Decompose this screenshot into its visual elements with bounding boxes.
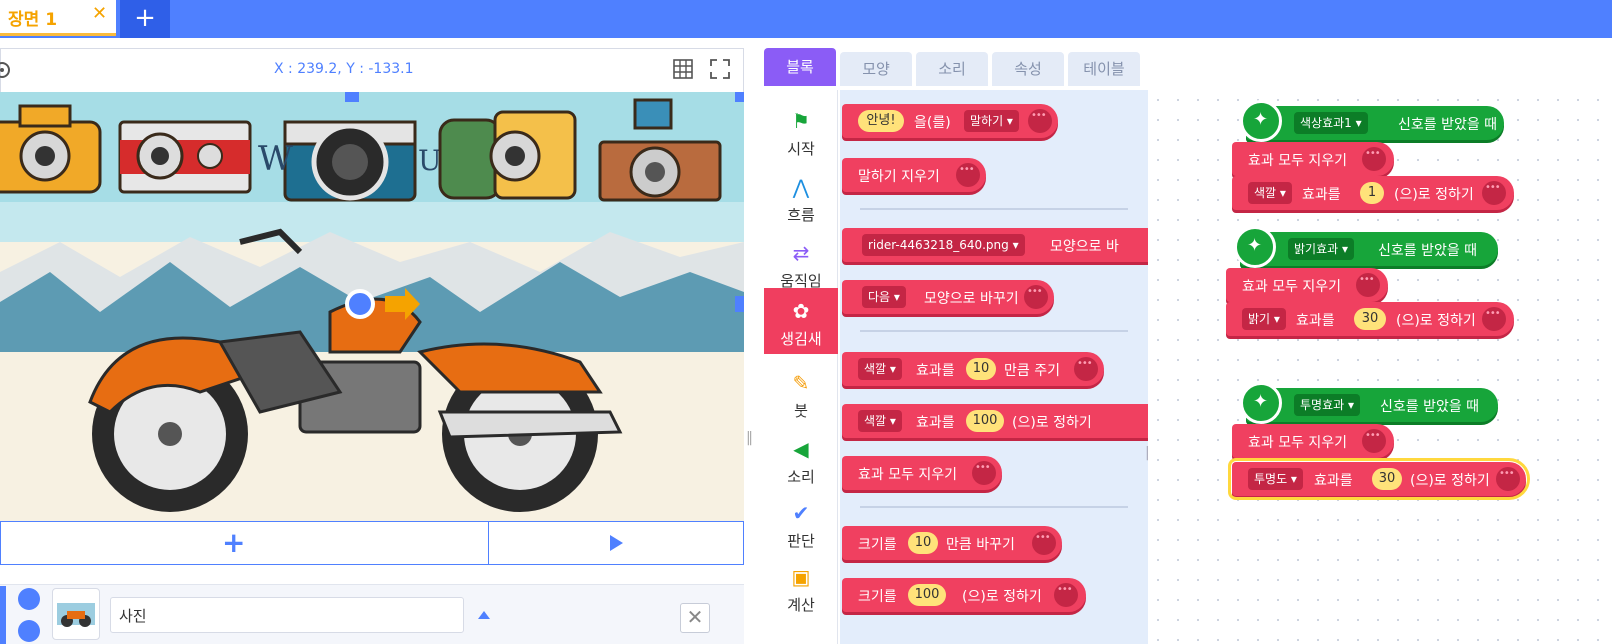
object-selected-marker bbox=[0, 586, 6, 644]
add-object-button[interactable]: + bbox=[222, 526, 245, 559]
speed-dial-icon[interactable] bbox=[0, 60, 12, 80]
brush-icon: ✎ bbox=[792, 371, 810, 395]
block-say[interactable]: 안녕! 을(를) 말하기 ▾ bbox=[842, 104, 1058, 138]
palette-divider bbox=[860, 330, 1128, 332]
block-set-color-effect[interactable]: 색깔 ▾ 효과를 1 (으)로 정하기 bbox=[1232, 176, 1514, 210]
category-move[interactable]: ⇄ 움직임 bbox=[764, 230, 838, 296]
block-menu-icon bbox=[1482, 181, 1506, 205]
signal-hat-block-color[interactable]: 색상효과1 ▾ 신호를 받았을 때 bbox=[1240, 100, 1504, 142]
grid-icon[interactable] bbox=[672, 58, 694, 80]
block-menu-icon bbox=[1024, 285, 1048, 309]
tab-sounds[interactable]: 소리 bbox=[916, 52, 988, 86]
signal-icon bbox=[1240, 382, 1282, 424]
object-thumbnail[interactable] bbox=[52, 588, 100, 640]
play-button[interactable] bbox=[610, 535, 623, 551]
svg-text:U: U bbox=[418, 144, 442, 177]
category-calc[interactable]: ▣ 계산 bbox=[764, 554, 838, 620]
mouse-coordinates: X : 239.2, Y : -133.1 bbox=[274, 61, 414, 77]
block-tabs: 블록 모양 소리 속성 테이블 bbox=[764, 48, 1144, 88]
object-name-field[interactable]: 사진 bbox=[110, 597, 464, 633]
hand-cursor-icon: ☚ bbox=[1531, 494, 1546, 513]
camera-teal: W U bbox=[258, 120, 442, 202]
palette-divider bbox=[860, 506, 1128, 508]
block-palette: 안녕! 을(를) 말하기 ▾ 말하기 지우기 rider-4463218_640… bbox=[840, 90, 1148, 644]
block-set-effect[interactable]: 색깔 ▾ 효과를 100 (으)로 정하기 bbox=[842, 404, 1148, 438]
category-bar: ⚑ 시작 ⋀ 흐름 ⇄ 움직임 ✿ 생김새 ✎ 붓 ◀ 소리 ✔ 판단 ▣ 계산 bbox=[764, 90, 838, 644]
category-judge[interactable]: ✔ 판단 bbox=[764, 490, 838, 556]
block-change-shape[interactable]: rider-4463218_640.png ▾ 모양으로 바 bbox=[842, 228, 1148, 262]
block-clear-effects[interactable]: 효과 모두 지우기 bbox=[1232, 424, 1394, 458]
scene-bar bbox=[0, 0, 1612, 38]
resize-handle-right bbox=[735, 296, 744, 312]
delete-object-button[interactable]: ✕ bbox=[680, 603, 710, 633]
fullscreen-icon[interactable] bbox=[709, 58, 731, 80]
camera-green-yellow bbox=[438, 110, 577, 200]
stage-controls bbox=[0, 521, 744, 565]
calc-icon: ▣ bbox=[791, 565, 811, 589]
move-icon: ⇄ bbox=[792, 241, 810, 265]
tab-blocks[interactable]: 블록 bbox=[764, 48, 836, 86]
collapse-up-icon[interactable] bbox=[478, 611, 490, 619]
block-clear-effects[interactable]: 효과 모두 지우기 bbox=[842, 456, 1002, 490]
block-set-size[interactable]: 크기를 100 (으)로 정하기 bbox=[842, 578, 1086, 612]
code-workspace[interactable]: 색상효과1 ▾ 신호를 받았을 때 효과 모두 지우기 색깔 ▾ 효과를 1 (… bbox=[1148, 90, 1612, 644]
tab-shapes[interactable]: 모양 bbox=[840, 52, 912, 86]
scene-tab[interactable]: 장면 1 ✕ bbox=[0, 0, 116, 36]
category-looks[interactable]: ✿ 생김새 bbox=[764, 288, 838, 354]
block-clear-say[interactable]: 말하기 지우기 bbox=[842, 158, 986, 192]
stage-scene: W U bbox=[0, 92, 744, 521]
add-scene-button[interactable]: + bbox=[120, 0, 170, 38]
block-change-size[interactable]: 크기를 10 만큼 바꾸기 bbox=[842, 526, 1062, 560]
check-icon: ✔ bbox=[792, 501, 810, 525]
category-flow[interactable]: ⋀ 흐름 bbox=[764, 164, 838, 230]
block-clear-effects[interactable]: 효과 모두 지우기 bbox=[1226, 268, 1388, 302]
signal-hat-block-transparency[interactable]: 투명효과 ▾ 신호를 받았을 때 bbox=[1240, 382, 1498, 424]
sprite-center-handle bbox=[345, 289, 375, 319]
category-start[interactable]: ⚑ 시작 bbox=[764, 98, 838, 164]
block-menu-icon bbox=[972, 461, 996, 485]
block-menu-icon bbox=[956, 163, 980, 187]
tab-properties[interactable]: 속성 bbox=[992, 52, 1064, 86]
sound-icon: ◀ bbox=[793, 437, 809, 461]
block-menu-icon bbox=[1362, 429, 1386, 453]
signal-hat-block-brightness[interactable]: 밝기효과 ▾ 신호를 받았을 때 bbox=[1234, 226, 1498, 268]
signal-icon bbox=[1240, 100, 1282, 142]
eye-icon[interactable] bbox=[18, 588, 40, 610]
looks-icon: ✿ bbox=[792, 299, 810, 323]
flow-icon: ⋀ bbox=[792, 175, 810, 199]
panel-splitter[interactable]: ‖ bbox=[746, 430, 754, 460]
block-set-transparency-effect[interactable]: 투명도 ▾ 효과를 30 (으)로 정하기 bbox=[1228, 458, 1530, 500]
signal-icon bbox=[1234, 226, 1276, 268]
block-menu-icon bbox=[1496, 467, 1520, 491]
block-menu-icon bbox=[1028, 109, 1052, 133]
block-next-shape[interactable]: 다음 ▾ 모양으로 바꾸기 bbox=[842, 280, 1054, 314]
tab-table[interactable]: 테이블 bbox=[1068, 52, 1140, 86]
block-menu-icon bbox=[1482, 307, 1506, 331]
resize-handle-top bbox=[345, 92, 359, 102]
block-menu-icon bbox=[1074, 357, 1098, 381]
block-clear-effects[interactable]: 효과 모두 지우기 bbox=[1232, 142, 1394, 176]
block-menu-icon bbox=[1356, 273, 1380, 297]
block-set-brightness-effect[interactable]: 밝기 ▾ 효과를 30 (으)로 정하기 bbox=[1226, 302, 1514, 336]
stage-canvas[interactable]: W U bbox=[0, 92, 744, 521]
lock-icon[interactable] bbox=[18, 620, 40, 642]
close-icon[interactable]: ✕ bbox=[92, 3, 107, 24]
block-menu-icon bbox=[1032, 531, 1056, 555]
category-sound[interactable]: ◀ 소리 bbox=[764, 426, 838, 492]
block-add-effect[interactable]: 색깔 ▾ 효과를 10 만큼 주기 bbox=[842, 352, 1104, 386]
scene-tab-label: 장면 1 bbox=[8, 10, 58, 30]
svg-text:W: W bbox=[258, 139, 293, 179]
camera-red bbox=[118, 120, 252, 194]
category-brush[interactable]: ✎ 붓 bbox=[764, 360, 838, 426]
block-menu-icon bbox=[1362, 147, 1386, 171]
palette-divider bbox=[860, 208, 1128, 210]
flag-icon: ⚑ bbox=[792, 109, 810, 133]
block-menu-icon bbox=[1054, 583, 1078, 607]
